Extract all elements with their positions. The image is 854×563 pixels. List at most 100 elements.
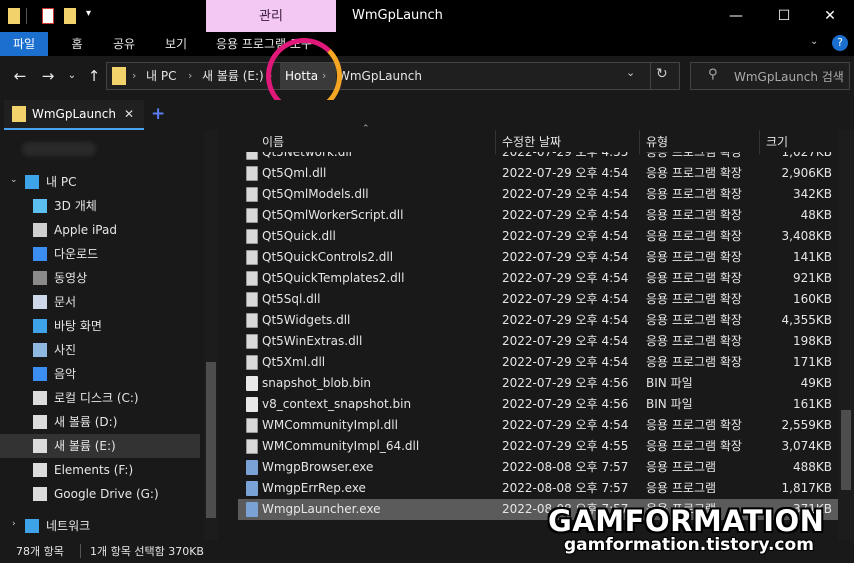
file-size: 1,817KB: [781, 481, 832, 495]
sort-ascending-icon: ⌃: [362, 124, 370, 134]
expand-chevron-icon[interactable]: ›: [12, 519, 16, 529]
sidebar-item[interactable]: 새 볼륨 (D:): [0, 410, 200, 434]
table-row[interactable]: WmgpBrowser.exe 2022-08-08 오후 7:57 응용 프로그램…: [238, 457, 838, 478]
table-row[interactable]: Qt5Qml.dll 2022-07-29 오후 4:54 응용 프로그램 확장 2,…: [238, 163, 838, 184]
table-row[interactable]: snapshot_blob.bin 2022-07-29 오후 4:56 BIN 파…: [238, 373, 838, 394]
table-row[interactable]: Qt5Widgets.dll 2022-07-29 오후 4:54 응용 프로그램 …: [238, 310, 838, 331]
help-button[interactable]: ?: [832, 35, 848, 51]
breadcrumb-volume-e[interactable]: 새 볼륨 (E:): [202, 62, 264, 90]
table-row[interactable]: Qt5QmlModels.dll 2022-07-29 오후 4:54 응용 프로그…: [238, 184, 838, 205]
customize-quick-access-icon[interactable]: ▾: [86, 8, 91, 19]
expand-ribbon-icon[interactable]: ⌄: [810, 36, 818, 47]
ipad-icon: [33, 223, 47, 237]
minimize-button[interactable]: —: [726, 6, 746, 26]
file-icon: [246, 397, 258, 412]
column-name[interactable]: 이름: [262, 130, 284, 154]
dll-file-icon: [246, 292, 258, 307]
properties-icon[interactable]: [42, 8, 54, 24]
table-row[interactable]: WMCommunityImpl_64.dll 2022-07-29 오후 4:55…: [238, 436, 838, 457]
file-size: 198KB: [792, 334, 832, 348]
table-row[interactable]: v8_context_snapshot.bin 2022-07-29 오후 4:5…: [238, 394, 838, 415]
sidebar-item[interactable]: 로컬 디스크 (C:): [0, 386, 200, 410]
sidebar-item[interactable]: 사진: [0, 338, 200, 362]
column-divider[interactable]: [639, 130, 640, 154]
file-date: 2022-07-29 오후 4:54: [502, 292, 629, 306]
sidebar-item[interactable]: 문서: [0, 290, 200, 314]
sidebar-item[interactable]: Elements (F:): [0, 458, 200, 482]
column-type[interactable]: 유형: [646, 130, 668, 154]
tab-label: WmGpLaunch: [32, 107, 116, 121]
sidebar-item[interactable]: 새 볼륨 (E:): [0, 434, 200, 458]
file-name: Qt5Qml.dll: [262, 166, 327, 180]
file-name: Qt5Network.dll: [262, 152, 352, 159]
refresh-icon[interactable]: ↻: [656, 66, 668, 82]
table-row[interactable]: Qt5Xml.dll 2022-07-29 오후 4:54 응용 프로그램 확장 17…: [238, 352, 838, 373]
sidebar-item[interactable]: 음악: [0, 362, 200, 386]
column-divider[interactable]: [495, 130, 496, 154]
new-folder-icon[interactable]: [64, 8, 76, 24]
table-row[interactable]: WMCommunityImpl.dll 2022-07-29 오후 4:54 응용 …: [238, 415, 838, 436]
collapse-chevron-icon[interactable]: ⌄: [10, 175, 18, 185]
file-name: snapshot_blob.bin: [262, 376, 372, 390]
sidebar-item-label: 내 PC: [46, 175, 77, 189]
close-button[interactable]: ✕: [820, 6, 840, 26]
column-date[interactable]: 수정한 날짜: [502, 130, 561, 154]
sidebar-item-label: 로컬 디스크 (C:): [54, 391, 139, 405]
up-arrow-icon[interactable]: ↑: [84, 66, 104, 86]
file-date: 2022-07-29 오후 4:54: [502, 250, 629, 264]
table-row[interactable]: Qt5Quick.dll 2022-07-29 오후 4:54 응용 프로그램 확장…: [238, 226, 838, 247]
file-name: Qt5WinExtras.dll: [262, 334, 363, 348]
table-row[interactable]: Qt5Sql.dll 2022-07-29 오후 4:54 응용 프로그램 확장 16…: [238, 289, 838, 310]
folder-icon[interactable]: [8, 8, 20, 24]
list-scroll-thumb[interactable]: [841, 410, 851, 490]
application-icon: [246, 460, 258, 475]
sidebar-item[interactable]: 내 PC: [0, 170, 200, 194]
table-row[interactable]: Qt5Network.dll 2022-07-29 오후 4:55 응용 프로그램 …: [238, 152, 838, 163]
table-row[interactable]: Qt5QmlWorkerScript.dll 2022-07-29 오후 4:54…: [238, 205, 838, 226]
tab-view[interactable]: 보기: [156, 32, 196, 56]
maximize-button[interactable]: ☐: [774, 6, 794, 26]
table-row[interactable]: Qt5WinExtras.dll 2022-07-29 오후 4:54 응용 프로그…: [238, 331, 838, 352]
new-tab-button[interactable]: +: [151, 104, 165, 124]
dll-file-icon: [246, 208, 258, 223]
network-icon: [25, 519, 39, 533]
sidebar-item[interactable]: 동영상: [0, 266, 200, 290]
dll-file-icon: [246, 250, 258, 265]
sidebar-item-label: 새 볼륨 (D:): [54, 415, 118, 429]
file-type: 응용 프로그램 확장: [646, 187, 742, 201]
table-row[interactable]: WmgpErrRep.exe 2022-08-08 오후 7:57 응용 프로그램 1…: [238, 478, 838, 499]
breadcrumb-wmgplaunch[interactable]: WmGpLaunch: [338, 62, 422, 90]
sidebar-item[interactable]: 바탕 화면: [0, 314, 200, 338]
video-icon: [33, 271, 47, 285]
table-row[interactable]: Qt5QuickTemplates2.dll 2022-07-29 오후 4:54…: [238, 268, 838, 289]
file-size: 1,027KB: [781, 152, 832, 159]
manage-tab[interactable]: 관리: [206, 0, 336, 32]
nav-scroll-thumb[interactable]: [206, 362, 216, 518]
file-date: 2022-08-08 오후 7:57: [502, 481, 629, 495]
column-divider[interactable]: [759, 130, 760, 154]
sidebar-item[interactable]: Apple iPad: [0, 218, 200, 242]
file-name: Qt5QuickControls2.dll: [262, 250, 394, 264]
tab-share[interactable]: 공유: [104, 32, 144, 56]
sidebar-item[interactable]: 3D 개체: [0, 194, 200, 218]
file-date: 2022-07-29 오후 4:56: [502, 397, 629, 411]
sidebar-item[interactable]: 네트워크: [0, 514, 200, 538]
search-placeholder: WmGpLaunch 검색: [734, 70, 844, 84]
tab-file[interactable]: 파일: [0, 32, 48, 56]
tab-close-icon[interactable]: ✕: [124, 107, 134, 121]
recent-locations-icon[interactable]: ⌄: [62, 66, 82, 86]
table-row[interactable]: Qt5QuickControls2.dll 2022-07-29 오후 4:54 응…: [238, 247, 838, 268]
pc-icon: [25, 175, 39, 189]
tab-home[interactable]: 홈: [60, 32, 94, 56]
file-name: Qt5QmlWorkerScript.dll: [262, 208, 404, 222]
back-arrow-icon[interactable]: ←: [10, 66, 30, 86]
breadcrumb-this-pc[interactable]: 내 PC: [146, 62, 176, 90]
column-size[interactable]: 크기: [766, 130, 788, 154]
file-date: 2022-07-29 오후 4:54: [502, 355, 629, 369]
dll-file-icon: [246, 271, 258, 286]
sidebar-item[interactable]: Google Drive (G:): [0, 482, 200, 506]
sidebar-item[interactable]: 다운로드: [0, 242, 200, 266]
address-dropdown-icon[interactable]: ⌄: [626, 66, 635, 79]
forward-arrow-icon[interactable]: →: [38, 66, 58, 86]
sidebar-item-label: 음악: [54, 367, 77, 381]
